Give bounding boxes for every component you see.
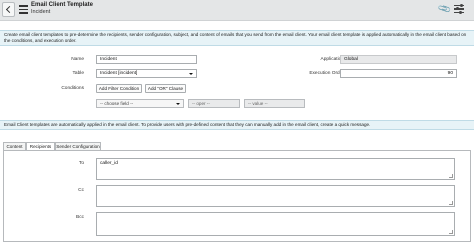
execution-order-input[interactable]: 90 — [340, 69, 457, 78]
table-label: Table — [72, 71, 84, 76]
tab-sender-configuration[interactable]: Sender Configuration — [55, 142, 101, 150]
to-textarea[interactable]: caller_id — [96, 158, 455, 180]
to-value: caller_id — [100, 161, 118, 166]
name-input[interactable]: Incident — [96, 55, 197, 64]
add-filter-condition-button[interactable]: Add Filter Condition — [96, 84, 142, 93]
record-header: Email Client Template Incident 📎 — [0, 0, 474, 21]
settings-icon[interactable] — [454, 3, 464, 14]
name-label: Name — [71, 57, 84, 62]
paperclip-icon[interactable]: 📎 — [437, 2, 452, 16]
cc-textarea[interactable] — [96, 185, 455, 207]
operator-select[interactable]: -- oper -- — [188, 99, 240, 108]
table-select[interactable]: Incident [incident] — [96, 69, 197, 78]
to-label: To — [78, 161, 84, 166]
resize-handle[interactable] — [449, 174, 453, 178]
menu-icon[interactable] — [19, 5, 28, 14]
tab-content[interactable]: Content — [3, 142, 26, 150]
add-or-clause-button[interactable]: Add "OR" Clause — [145, 84, 186, 93]
back-button[interactable] — [2, 2, 15, 17]
application-label: Application — [320, 57, 344, 62]
bcc-label: Bcc — [76, 215, 84, 220]
bcc-textarea[interactable] — [96, 212, 455, 236]
record-subtitle: Incident — [31, 9, 51, 15]
cc-label: Cc — [78, 188, 84, 193]
resize-handle[interactable] — [449, 230, 453, 234]
value-input[interactable]: -- value -- — [244, 99, 305, 108]
application-field: Global — [340, 55, 457, 64]
info-message-bottom: Email Client templates are automatically… — [0, 120, 474, 130]
info-message-top: Create email client templates to pre-det… — [0, 30, 474, 46]
conditions-label: Conditions — [61, 86, 84, 91]
choose-field-select[interactable]: -- choose field -- — [96, 99, 184, 108]
record-title: Email Client Template — [31, 2, 93, 8]
execution-order-label: Execution Order — [309, 71, 344, 76]
resize-handle[interactable] — [449, 201, 453, 205]
